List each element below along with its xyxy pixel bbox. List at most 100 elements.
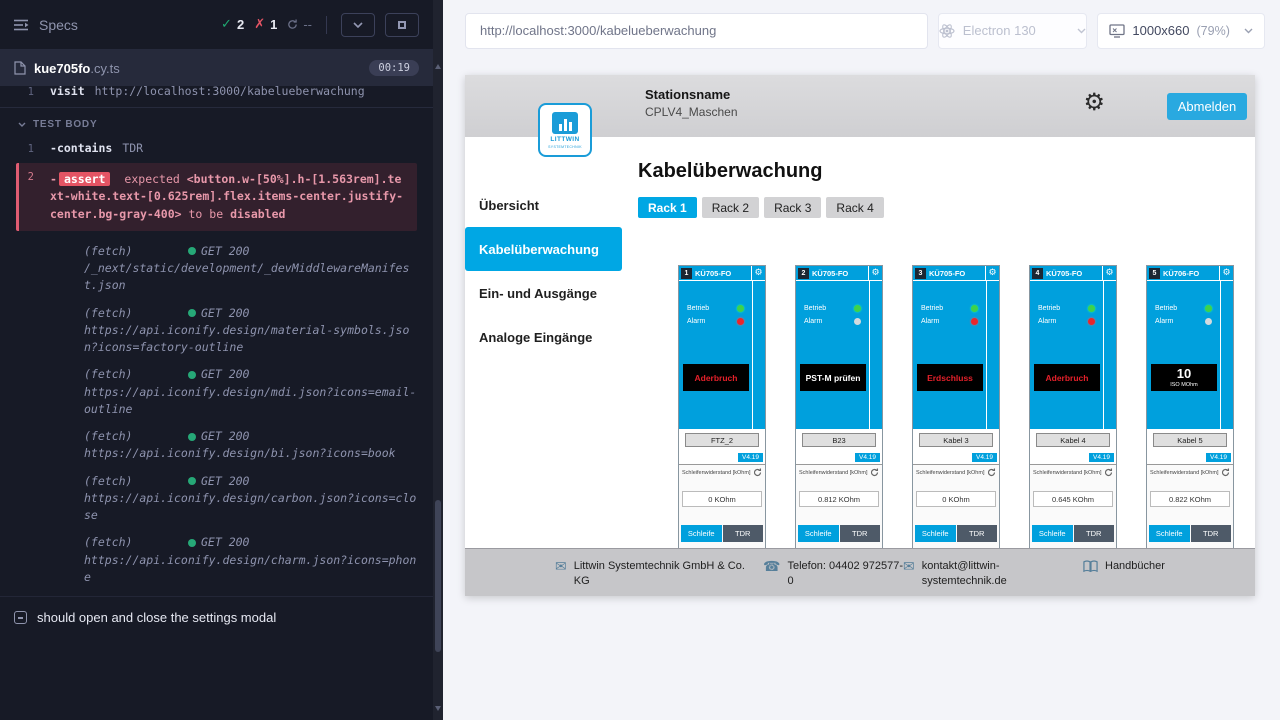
reporter-scrollbar[interactable] <box>433 0 443 720</box>
alarm-label: Alarm <box>1038 318 1056 325</box>
scroll-down-arrow[interactable] <box>435 706 441 711</box>
refresh-icon[interactable] <box>987 468 996 477</box>
spec-file-row[interactable]: kue705fo.cy.ts 00:19 <box>0 50 433 86</box>
specs-menu-icon[interactable] <box>14 19 29 31</box>
tdr-button[interactable]: TDR <box>1074 525 1115 542</box>
cable-label: Kabel 4 <box>1036 433 1110 447</box>
cable-label: Kabel 3 <box>919 433 993 447</box>
refresh-icon[interactable] <box>870 468 879 477</box>
log-row-fetch[interactable]: (fetch)GET 200 /_next/static/development… <box>84 243 419 295</box>
refresh-icon <box>287 19 298 30</box>
betrieb-label: Betrieb <box>804 305 826 312</box>
footer-phone[interactable]: ☎ Telefon: 04402 972577-0 <box>763 559 905 589</box>
device-title: KÜ706-FO <box>1163 269 1219 278</box>
status-display: Aderbruch <box>683 364 749 391</box>
status-ok-dot <box>188 433 196 441</box>
card-side-column <box>1220 281 1233 429</box>
scrollbar-thumb[interactable] <box>435 500 441 652</box>
viewport-select[interactable]: 1000x660 (79%) <box>1097 13 1265 49</box>
pending-count: -- <box>287 17 312 32</box>
sidebar-item-uebersicht[interactable]: Übersicht <box>465 183 622 227</box>
device-title: KÜ705-FO <box>812 269 868 278</box>
refresh-icon[interactable] <box>1221 468 1230 477</box>
log-row-fetch[interactable]: (fetch)GET 200 https://api.iconify.desig… <box>84 473 419 525</box>
book-icon <box>1083 560 1098 573</box>
device-settings-button[interactable]: ⚙ <box>985 266 999 280</box>
device-settings-button[interactable]: ⚙ <box>1219 266 1233 280</box>
command-log: 1 visithttp://localhost:3000/kabelueberw… <box>0 86 433 638</box>
chevron-down-icon <box>1244 28 1253 34</box>
schleife-button[interactable]: Schleife <box>1149 525 1190 542</box>
station-info: Stationsname CPLV4_Maschen <box>645 87 738 119</box>
measurement-label: Schleifenwiderstand [kOhm] <box>682 470 750 476</box>
schleife-button[interactable]: Schleife <box>915 525 956 542</box>
tdr-button[interactable]: TDR <box>840 525 881 542</box>
reporter-header: Specs ✓2 ✗1 -- <box>0 0 433 50</box>
device-settings-button[interactable]: ⚙ <box>1102 266 1116 280</box>
schleife-button[interactable]: Schleife <box>681 525 722 542</box>
footer-manuals-link[interactable]: Handbücher <box>1083 559 1165 574</box>
sidebar-item-analoge-eingaenge[interactable]: Analoge Eingänge <box>465 315 622 359</box>
card-side-column <box>1103 281 1116 429</box>
alarm-led <box>971 318 978 325</box>
check-icon: ✓ <box>221 17 232 32</box>
settings-gear-button[interactable]: ⚙ <box>1083 90 1105 114</box>
tdr-button[interactable]: TDR <box>723 525 764 542</box>
device-card-4: 4 KÜ705-FO ⚙ Betrieb Alarm Aderbruch Kab… <box>1029 265 1117 548</box>
aut-toolbar: http://localhost:3000/kabelueberwachung … <box>443 0 1280 61</box>
littwin-logo: LITTWIN SYSTEMTECHNIK <box>538 103 592 157</box>
log-row-fetch[interactable]: (fetch)GET 200 https://api.iconify.desig… <box>84 366 419 418</box>
page-title: Kabelüberwachung <box>638 160 1255 183</box>
sidebar-item-ein-ausgaenge[interactable]: Ein- und Ausgänge <box>465 271 622 315</box>
app-header: LITTWIN SYSTEMTECHNIK Stationsname CPLV4… <box>465 75 1255 137</box>
url-input[interactable]: http://localhost:3000/kabelueberwachung <box>465 13 928 49</box>
status-ok-dot <box>188 247 196 255</box>
tdr-button[interactable]: TDR <box>1191 525 1232 542</box>
scroll-up-arrow[interactable] <box>435 64 441 69</box>
refresh-icon[interactable] <box>1104 468 1113 477</box>
browser-select[interactable]: Electron 130 <box>938 13 1088 49</box>
device-card-5: 5 KÜ706-FO ⚙ Betrieb Alarm 10 ISO MOhm <box>1146 265 1234 548</box>
footer-email[interactable]: ✉ kontakt@littwin-systemtechnik.de <box>903 559 1042 589</box>
card-side-column <box>869 281 882 429</box>
tdr-button[interactable]: TDR <box>957 525 998 542</box>
betrieb-led <box>854 305 861 312</box>
schleife-button[interactable]: Schleife <box>798 525 839 542</box>
device-settings-button[interactable]: ⚙ <box>868 266 882 280</box>
app-sidebar: Übersicht Kabelüberwachung Ein- und Ausg… <box>465 137 622 548</box>
spec-timer: 00:19 <box>369 60 419 76</box>
tab-rack-1[interactable]: Rack 1 <box>638 197 697 218</box>
next-test-row[interactable]: should open and close the settings modal <box>0 596 433 638</box>
sidebar-item-kabelueberwachung[interactable]: Kabelüberwachung <box>465 227 622 271</box>
device-title: KÜ705-FO <box>1046 269 1102 278</box>
log-row-fetch[interactable]: (fetch)GET 200 https://api.iconify.desig… <box>84 428 419 463</box>
email-icon: ✉ <box>903 560 915 574</box>
assert-expected-state: disabled <box>230 207 285 221</box>
tab-rack-2[interactable]: Rack 2 <box>702 197 759 218</box>
schleife-button[interactable]: Schleife <box>1032 525 1073 542</box>
logout-button[interactable]: Abmelden <box>1167 93 1247 120</box>
refresh-icon[interactable] <box>753 468 762 477</box>
log-row-fetch[interactable]: (fetch)GET 200 https://api.iconify.desig… <box>84 305 419 357</box>
betrieb-led <box>1088 305 1095 312</box>
device-settings-button[interactable]: ⚙ <box>751 266 765 280</box>
spec-name: kue705fo.cy.ts <box>34 61 120 76</box>
betrieb-led <box>971 305 978 312</box>
tab-rack-3[interactable]: Rack 3 <box>764 197 821 218</box>
gear-icon: ⚙ <box>871 268 879 278</box>
command-name: visit <box>50 86 85 98</box>
log-row-visit[interactable]: 1 visithttp://localhost:3000/kabelueberw… <box>0 86 433 108</box>
stop-button[interactable] <box>385 13 419 37</box>
fetch-url: https://api.iconify.design/carbon.json?i… <box>84 490 419 525</box>
tab-rack-4[interactable]: Rack 4 <box>826 197 883 218</box>
log-row-contains[interactable]: 1 -containsTDR <box>0 137 433 159</box>
log-row-assert-failed[interactable]: 2 -assert expected <button.w-[50%].h-[1.… <box>16 163 417 231</box>
log-row-fetch[interactable]: (fetch)GET 200 https://api.iconify.desig… <box>84 534 419 586</box>
measurement-label: Schleifenwiderstand [kOhm] <box>1150 470 1218 476</box>
rack-tabs: Rack 1 Rack 2 Rack 3 Rack 4 <box>638 197 1255 218</box>
betrieb-label: Betrieb <box>1155 305 1177 312</box>
collapse-runner-button[interactable] <box>341 13 375 37</box>
cable-label: B23 <box>802 433 876 447</box>
test-body-section[interactable]: TEST BODY <box>0 108 433 137</box>
status-ok-dot <box>188 309 196 317</box>
